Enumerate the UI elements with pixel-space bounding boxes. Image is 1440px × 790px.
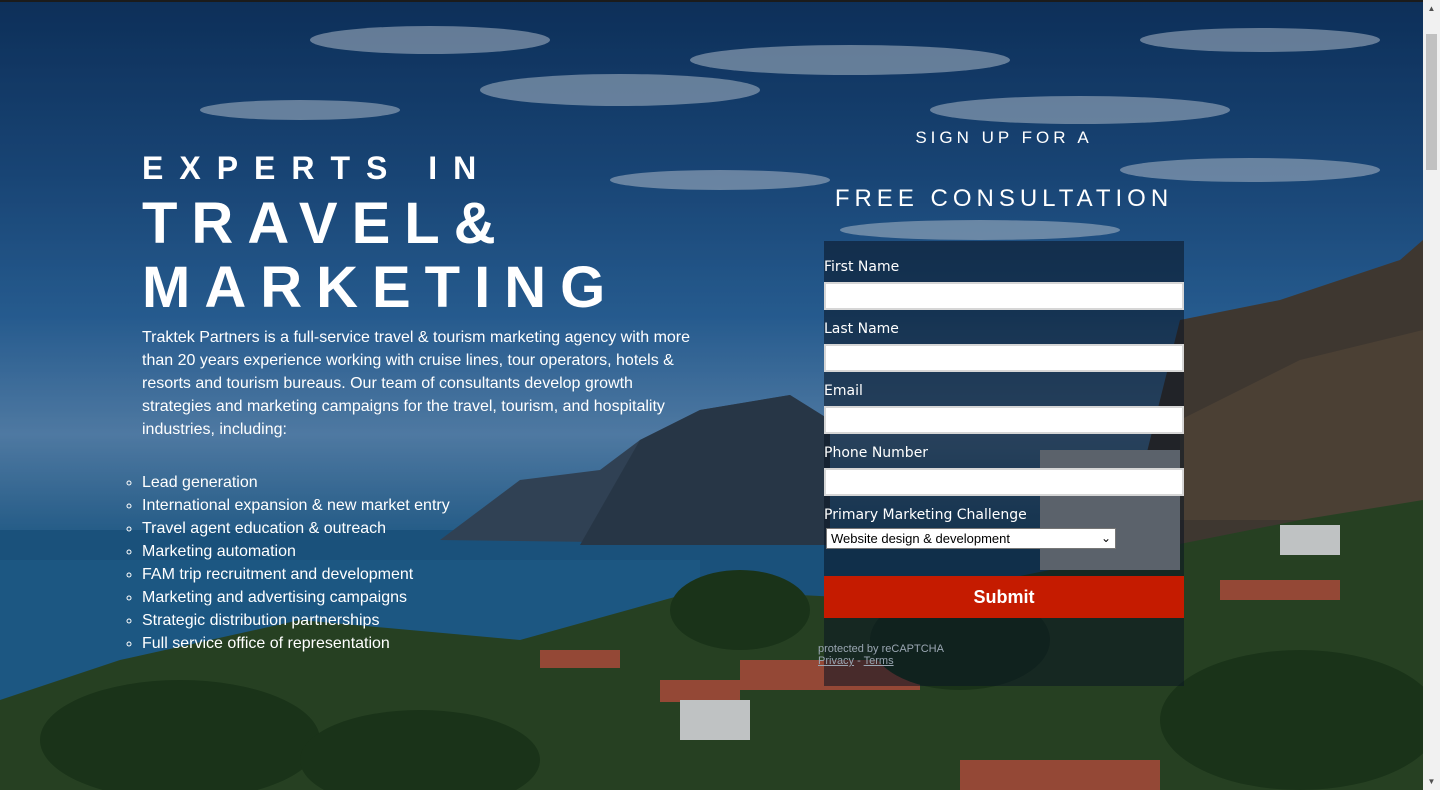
consultation-form: First Name Last Name Email Phone Number …	[818, 241, 1184, 686]
last-name-label: Last Name	[824, 321, 899, 337]
email-field[interactable]	[824, 406, 1184, 434]
phone-label: Phone Number	[824, 445, 929, 461]
list-item: Lead generation	[142, 471, 712, 494]
hero-kicker: EXPERTS IN	[142, 150, 493, 186]
hero-description: Traktek Partners is a full-service trave…	[142, 329, 691, 438]
signup-kicker: SIGN UP FOR A	[915, 128, 1093, 147]
list-item: Marketing and advertising campaigns	[142, 586, 712, 609]
first-name-field[interactable]	[824, 282, 1184, 310]
hero-title: TRAVEL& MARKETING	[142, 192, 712, 320]
hero-title-line-2: MARKETING	[142, 255, 620, 320]
recaptcha-links: Privacy - Terms	[818, 655, 944, 667]
list-item: Marketing automation	[142, 540, 712, 563]
triangle-up-icon[interactable]: ▲	[1423, 0, 1440, 17]
terms-link[interactable]: Terms	[864, 655, 894, 667]
recaptcha-badge: protected by reCAPTCHA Privacy - Terms	[818, 643, 944, 667]
triangle-down-icon[interactable]: ▼	[1423, 773, 1440, 790]
hero-title-line-1: TRAVEL&	[142, 191, 510, 256]
challenge-select[interactable]: Website design & development ⌄	[826, 528, 1116, 549]
browser-top-edge	[0, 0, 1440, 2]
hero-section: EXPERTS IN TRAVEL& MARKETING Traktek Par…	[142, 148, 712, 655]
recaptcha-separator: -	[854, 655, 864, 667]
recaptcha-text: protected by reCAPTCHA	[818, 643, 944, 655]
list-item: Full service office of representation	[142, 632, 712, 655]
privacy-link[interactable]: Privacy	[818, 655, 854, 667]
challenge-selected-value: Website design & development	[831, 531, 1010, 546]
phone-field[interactable]	[824, 468, 1184, 496]
email-label: Email	[824, 383, 863, 399]
list-item: FAM trip recruitment and development	[142, 563, 712, 586]
list-item: Travel agent education & outreach	[142, 517, 712, 540]
first-name-label: First Name	[824, 259, 900, 275]
chevron-down-icon: ⌄	[1100, 531, 1111, 545]
submit-button[interactable]: Submit	[824, 576, 1184, 618]
challenge-label: Primary Marketing Challenge	[824, 507, 1027, 523]
page-scrollbar[interactable]: ▲ ▼	[1423, 0, 1440, 790]
signup-title: FREE CONSULTATION	[834, 185, 1174, 212]
services-list: Lead generation International expansion …	[142, 471, 712, 655]
list-item: Strategic distribution partnerships	[142, 609, 712, 632]
list-item: International expansion & new market ent…	[142, 494, 712, 517]
last-name-field[interactable]	[824, 344, 1184, 372]
scrollbar-thumb[interactable]	[1426, 34, 1437, 170]
